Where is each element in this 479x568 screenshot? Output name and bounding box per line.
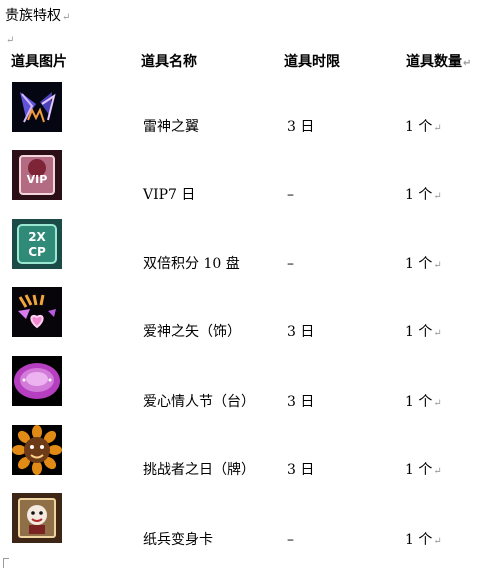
item-name: VIP7 日: [143, 187, 196, 203]
paragraph-mark-icon: ↵: [433, 123, 442, 134]
item-quantity: 1 个↵: [405, 393, 442, 413]
cupid-arrow-icon: [12, 287, 62, 337]
item-name: 双倍积分 10 盘: [143, 256, 240, 272]
item-name: 爱神之矢（饰）: [143, 324, 241, 340]
table-row: 挑战者之日（牌） 3 日 1 个↵: [0, 425, 479, 493]
paragraph-mark-icon: ↵: [433, 466, 442, 477]
table-row: 爱心情人节（台） 3 日 1 个↵: [0, 356, 479, 424]
item-name: 纸兵变身卡: [143, 532, 213, 548]
item-quantity: 1 个↵: [405, 186, 442, 206]
item-quantity-value: 1 个: [405, 532, 433, 548]
item-duration: 3 日: [287, 462, 315, 478]
table-row: 纸兵变身卡 – 1 个↵: [0, 493, 479, 561]
paragraph-mark-icon: ↵: [433, 398, 442, 409]
item-quantity: 1 个↵: [405, 118, 442, 138]
item-quantity-value: 1 个: [405, 324, 433, 340]
double-points-top-label: 2X: [28, 230, 46, 244]
item-duration: 3 日: [287, 394, 315, 410]
item-duration: –: [287, 256, 294, 272]
table-row: 雷神之翼 3 日 1 个↵: [0, 82, 479, 150]
table-row: 爱神之矢（饰） 3 日 1 个↵: [0, 287, 479, 355]
thunder-wings-icon: [12, 82, 62, 132]
item-quantity: 1 个↵: [405, 531, 442, 551]
item-quantity: 1 个↵: [405, 323, 442, 343]
item-quantity-value: 1 个: [405, 187, 433, 203]
document-margin-icon: [3, 558, 9, 568]
paragraph-mark-icon: ↵: [6, 35, 15, 46]
item-quantity-value: 1 个: [405, 119, 433, 135]
challenger-sun-icon: [12, 425, 62, 475]
header-name: 道具名称: [141, 54, 197, 70]
paragraph-mark-icon: ↵: [433, 328, 442, 339]
paragraph-mark-icon: ↵: [433, 191, 442, 202]
paragraph-mark-icon: ↵: [463, 58, 472, 69]
item-quantity-value: 1 个: [405, 462, 433, 478]
item-name: 雷神之翼: [143, 119, 199, 135]
header-image: 道具图片: [11, 54, 67, 70]
vip-card-icon: VIP: [12, 150, 62, 200]
item-duration: –: [287, 532, 294, 548]
paragraph-mark-icon: ↵: [433, 536, 442, 547]
double-points-bottom-label: CP: [28, 245, 46, 259]
header-quantity-label: 道具数量: [406, 54, 462, 70]
header-duration: 道具时限: [284, 54, 340, 70]
table-row: VIP VIP7 日 – 1 个↵: [0, 150, 479, 218]
item-name: 挑战者之日（牌）: [143, 462, 255, 478]
item-duration: 3 日: [287, 119, 315, 135]
vip-card-label: VIP: [27, 173, 48, 186]
item-duration: –: [287, 187, 294, 203]
double-points-icon: 2X CP: [12, 219, 62, 269]
page-title: 贵族特权↵: [5, 7, 70, 27]
header-quantity: 道具数量↵: [406, 53, 471, 73]
item-duration: 3 日: [287, 324, 315, 340]
item-quantity-value: 1 个: [405, 256, 433, 272]
item-quantity: 1 个↵: [405, 255, 442, 275]
item-quantity-value: 1 个: [405, 394, 433, 410]
page-title-text: 贵族特权: [5, 8, 61, 24]
paragraph-mark-icon: ↵: [433, 260, 442, 271]
paragraph-mark-icon: ↵: [62, 12, 71, 23]
table-row: 2X CP 双倍积分 10 盘 – 1 个↵: [0, 219, 479, 287]
paper-soldier-card-icon: [12, 493, 62, 543]
item-name: 爱心情人节（台）: [143, 394, 255, 410]
love-platform-icon: [12, 356, 62, 406]
item-quantity: 1 个↵: [405, 461, 442, 481]
